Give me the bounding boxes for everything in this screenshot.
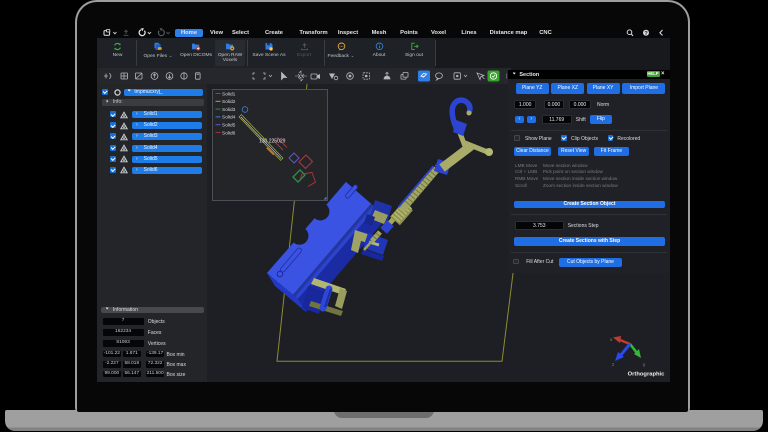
svg-text:Solid3: Solid3 [222,106,236,112]
svg-text:Solid4: Solid4 [222,114,236,120]
svg-text:Solid6: Solid6 [222,130,236,136]
svg-text:Solid2: Solid2 [222,99,236,105]
svg-text:Orthographic: Orthographic [628,372,665,378]
svg-text:Solid1: Solid1 [222,91,236,97]
svg-text:Solid5: Solid5 [222,122,236,128]
svg-text:130.225029: 130.225029 [259,138,286,144]
